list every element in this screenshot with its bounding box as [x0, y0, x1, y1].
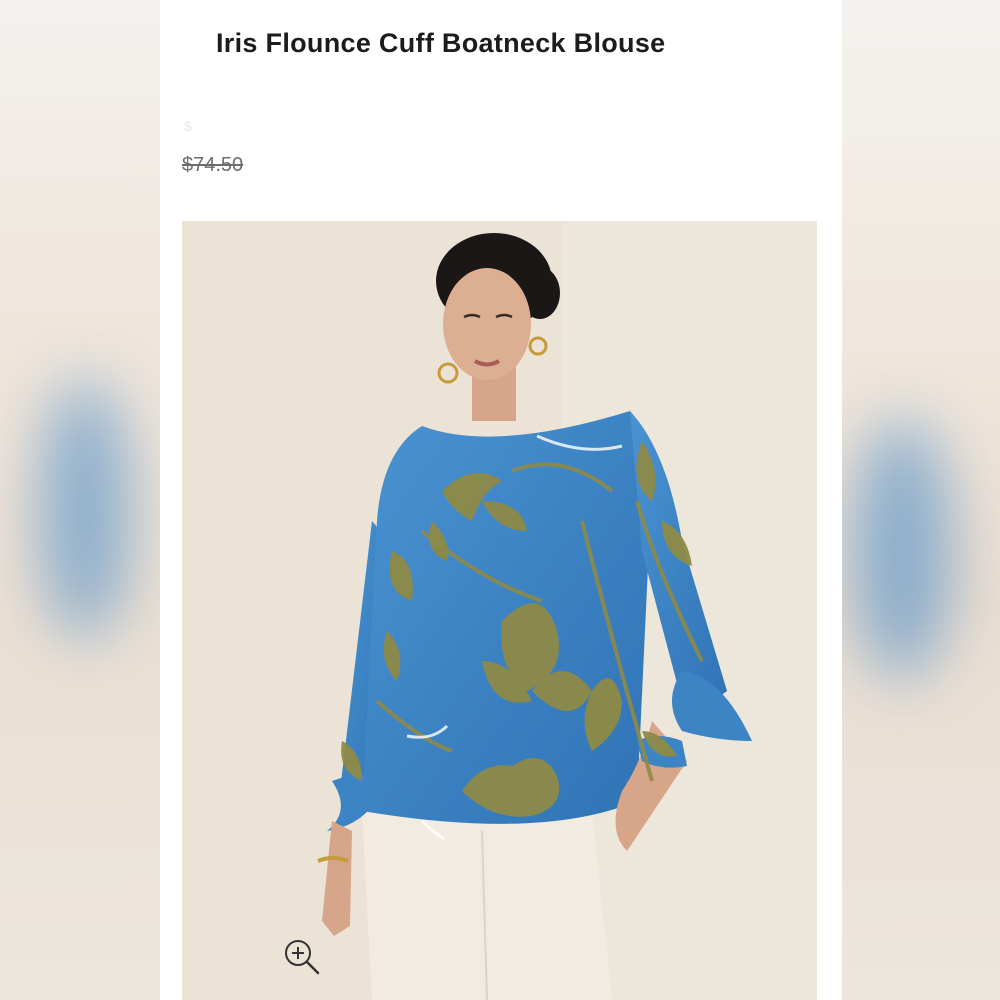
- product-image[interactable]: [182, 221, 817, 1000]
- left-blurred-background: [0, 0, 160, 1000]
- original-price: $74.50: [182, 154, 244, 176]
- zoom-in-icon[interactable]: [282, 937, 322, 977]
- product-title: Iris Flounce Cuff Boatneck Blouse: [216, 28, 666, 58]
- right-blurred-background: [842, 0, 1000, 1000]
- product-panel: Iris Flounce Cuff Boatneck Blouse $ $74.…: [160, 0, 842, 1000]
- sale-price: $: [184, 118, 192, 134]
- model-illustration: [182, 221, 817, 1000]
